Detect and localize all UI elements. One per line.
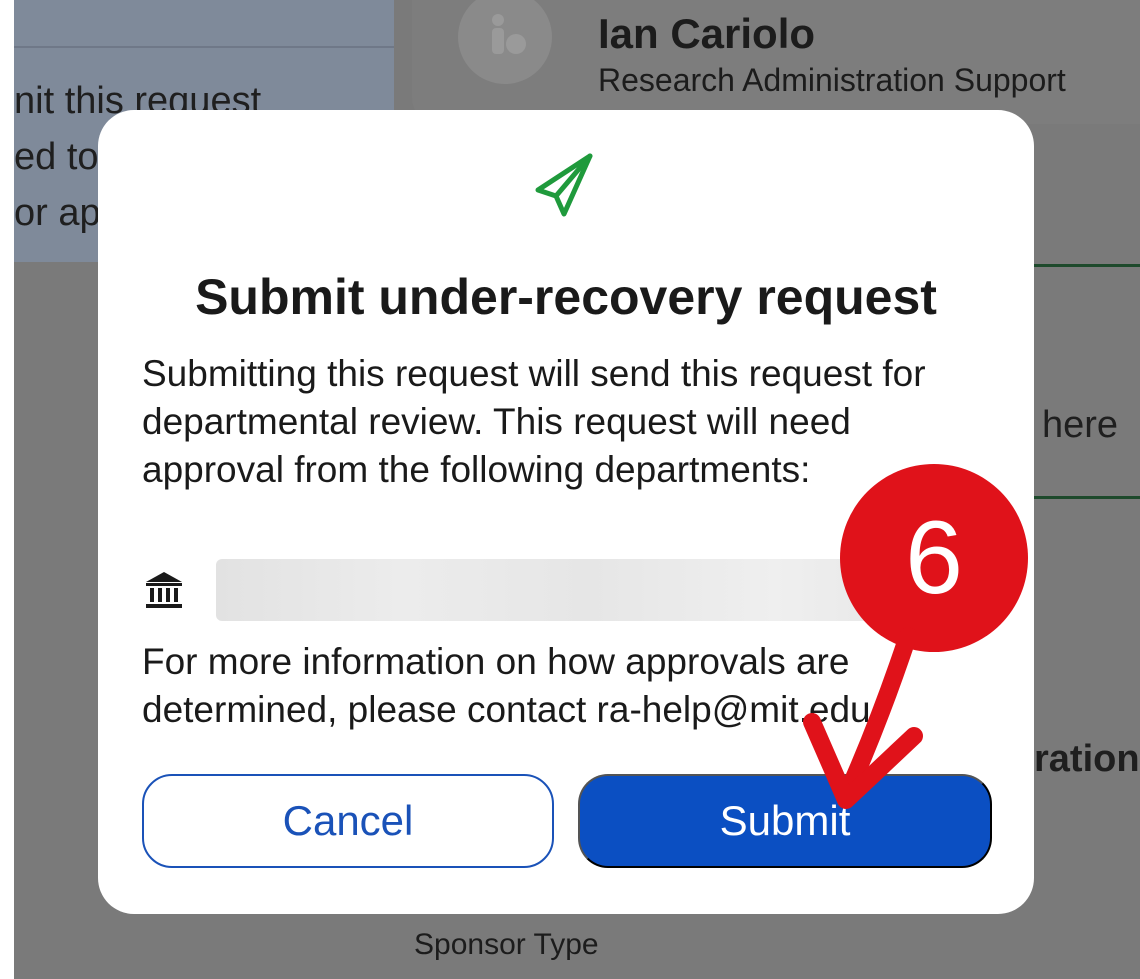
left-edge-strip [0, 0, 14, 979]
background-text-fragment-here: here [1042, 404, 1119, 446]
institution-icon [146, 572, 182, 608]
sponsor-type-label: Sponsor Type [414, 928, 599, 961]
step-number-badge: 6 [840, 464, 1028, 652]
cancel-button[interactable]: Cancel [142, 774, 554, 868]
dialog-info-text: For more information on how approvals ar… [142, 641, 871, 730]
contact-role: Research Administration Support [598, 62, 1066, 98]
paper-plane-icon [535, 153, 593, 217]
background-divider [14, 46, 394, 48]
person-icon [492, 14, 526, 54]
dialog-description: Submitting this request will send this r… [142, 353, 926, 490]
dialog-title: Submit under-recovery request [195, 269, 937, 325]
department-row [142, 558, 962, 622]
background-text-line-3: or ap [14, 192, 101, 234]
background-text-line-2: ed to [14, 136, 99, 178]
submit-button[interactable]: Submit [578, 774, 992, 868]
background-text-fragment-ration: ration [1034, 738, 1140, 780]
contact-name: Ian Cariolo [598, 10, 816, 57]
